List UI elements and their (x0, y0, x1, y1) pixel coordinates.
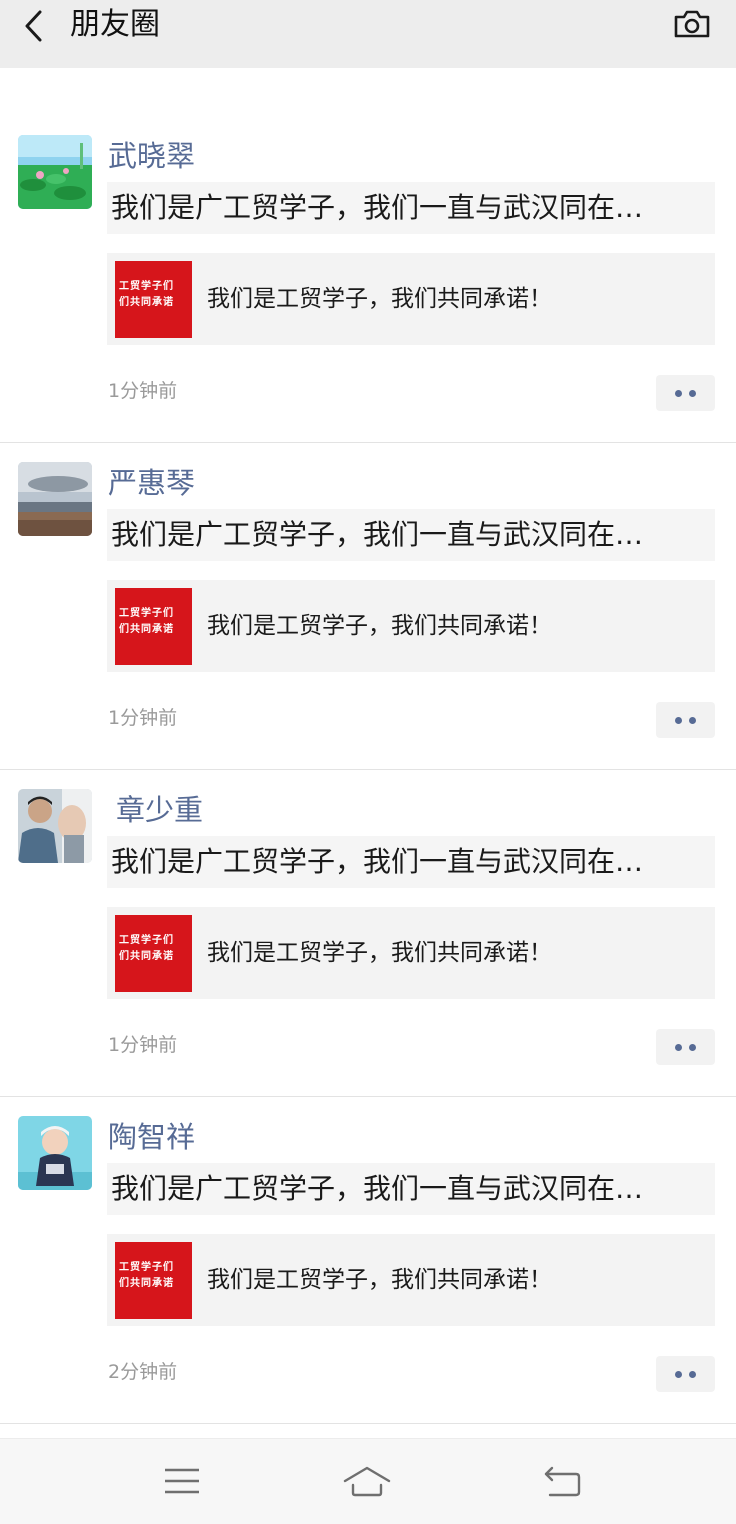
avatar[interactable] (18, 1116, 92, 1190)
camera-icon (674, 10, 710, 38)
dot-icon (675, 716, 682, 724)
link-thumbnail: 工贸学子们 们共同承诺 (115, 915, 192, 992)
more-actions-button[interactable] (656, 1029, 715, 1065)
dot-icon (689, 716, 696, 724)
thumbnail-text: 工贸学子们 (119, 935, 174, 946)
link-title: 我们是工贸学子，我们共同承诺！ (207, 1267, 552, 1293)
post-text[interactable]: 我们是广工贸学子，我们一直与武汉同在… (107, 509, 715, 561)
thumbnail-text: 工贸学子们 (119, 608, 174, 619)
link-thumbnail: 工贸学子们 们共同承诺 (115, 261, 192, 338)
dot-icon (675, 1043, 682, 1051)
post-time: 1分钟前 (108, 380, 178, 402)
dot-icon (689, 1043, 696, 1051)
dot-icon (689, 389, 696, 397)
username[interactable]: 章少重 (116, 791, 203, 829)
link-card[interactable]: 工贸学子们 们共同承诺 我们是工贸学子，我们共同承诺！ (107, 253, 715, 345)
link-title: 我们是工贸学子，我们共同承诺！ (207, 613, 552, 639)
menu-icon (165, 1468, 199, 1494)
more-actions-button[interactable] (656, 1356, 715, 1392)
moment-post: 武晓翠 我们是广工贸学子，我们一直与武汉同在… 工贸学子们 们共同承诺 我们是工… (0, 68, 736, 443)
return-icon (544, 1466, 581, 1497)
moment-post: 章少重 我们是广工贸学子，我们一直与武汉同在… 工贸学子们 们共同承诺 我们是工… (0, 770, 736, 1097)
thumbnail-text: 们共同承诺 (119, 624, 174, 635)
moments-feed: 武晓翠 我们是广工贸学子，我们一直与武汉同在… 工贸学子们 们共同承诺 我们是工… (0, 68, 736, 1424)
home-icon (343, 1466, 391, 1497)
thumbnail-text: 工贸学子们 (119, 281, 174, 292)
thumbnail-text: 们共同承诺 (119, 297, 174, 308)
post-text[interactable]: 我们是广工贸学子，我们一直与武汉同在… (107, 182, 715, 234)
link-card[interactable]: 工贸学子们 们共同承诺 我们是工贸学子，我们共同承诺！ (107, 907, 715, 999)
post-time: 2分钟前 (108, 1361, 178, 1383)
link-thumbnail: 工贸学子们 们共同承诺 (115, 1242, 192, 1319)
post-time: 1分钟前 (108, 707, 178, 729)
more-actions-button[interactable] (656, 375, 715, 411)
username[interactable]: 武晓翠 (108, 137, 195, 175)
post-text[interactable]: 我们是广工贸学子，我们一直与武汉同在… (107, 1163, 715, 1215)
chevron-left-icon (25, 10, 42, 42)
link-card[interactable]: 工贸学子们 们共同承诺 我们是工贸学子，我们共同承诺！ (107, 580, 715, 672)
post-time: 1分钟前 (108, 1034, 178, 1056)
moment-post: 严惠琴 我们是广工贸学子，我们一直与武汉同在… 工贸学子们 们共同承诺 我们是工… (0, 443, 736, 770)
camera-button[interactable] (670, 4, 714, 44)
back-button[interactable] (14, 6, 54, 46)
avatar[interactable] (18, 135, 92, 209)
more-actions-button[interactable] (656, 702, 715, 738)
top-bar: 朋友圈 (0, 0, 736, 68)
thumbnail-text: 们共同承诺 (119, 951, 174, 962)
avatar[interactable] (18, 462, 92, 536)
dot-icon (675, 1370, 682, 1378)
moment-post: 陶智祥 我们是广工贸学子，我们一直与武汉同在… 工贸学子们 们共同承诺 我们是工… (0, 1097, 736, 1424)
system-nav-bar (0, 1438, 736, 1524)
username[interactable]: 陶智祥 (108, 1118, 195, 1156)
post-text[interactable]: 我们是广工贸学子，我们一直与武汉同在… (107, 836, 715, 888)
link-title: 我们是工贸学子，我们共同承诺！ (207, 286, 552, 312)
username[interactable]: 严惠琴 (108, 464, 195, 502)
home-button[interactable] (339, 1459, 395, 1503)
thumbnail-text: 工贸学子们 (119, 1262, 174, 1273)
page-title: 朋友圈 (70, 7, 160, 42)
thumbnail-text: 们共同承诺 (119, 1278, 174, 1289)
menu-button[interactable] (154, 1459, 210, 1503)
link-card[interactable]: 工贸学子们 们共同承诺 我们是工贸学子，我们共同承诺！ (107, 1234, 715, 1326)
dot-icon (675, 389, 682, 397)
return-button[interactable] (534, 1459, 590, 1503)
dot-icon (689, 1370, 696, 1378)
link-thumbnail: 工贸学子们 们共同承诺 (115, 588, 192, 665)
avatar[interactable] (18, 789, 92, 863)
link-title: 我们是工贸学子，我们共同承诺！ (207, 940, 552, 966)
